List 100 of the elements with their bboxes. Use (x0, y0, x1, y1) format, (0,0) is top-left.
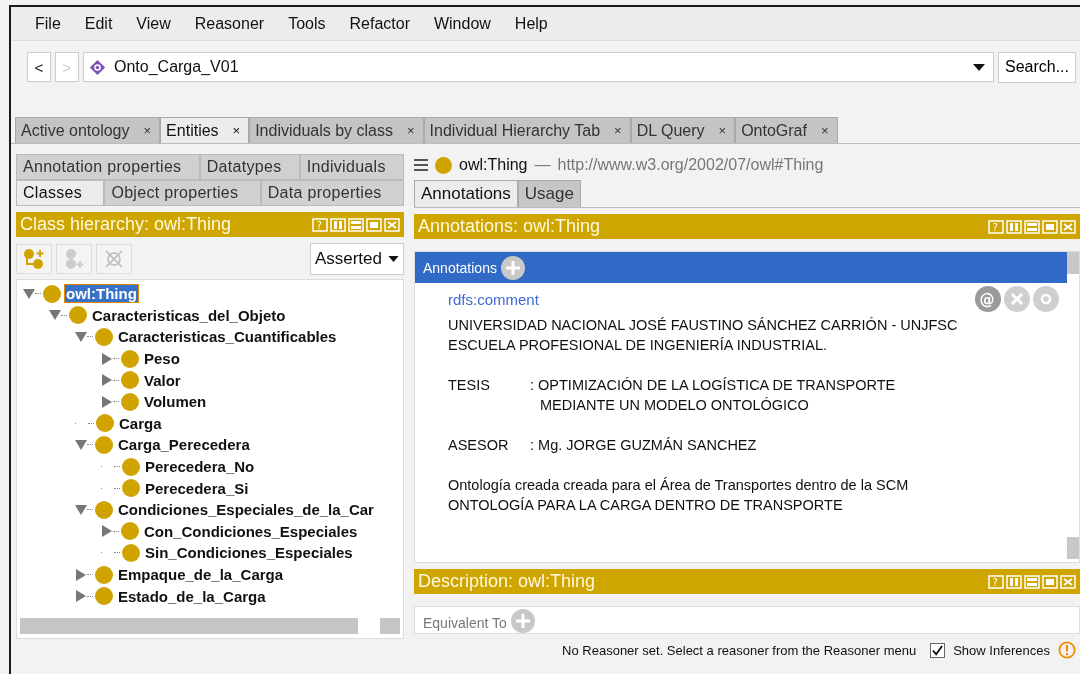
class-circle-icon (96, 414, 114, 433)
class-tree-item[interactable]: Caracteristicas_Cuantificables (117, 328, 338, 346)
ontology-selector[interactable]: Onto_Carga_V01 (83, 52, 994, 82)
menu-item[interactable]: Refactor (337, 14, 422, 33)
close-tab-button[interactable]: × (718, 123, 727, 138)
menu-icon[interactable] (414, 159, 428, 171)
class-tree-item[interactable]: Sin_Condiciones_Especiales (144, 544, 354, 562)
menu-item[interactable]: Tools (276, 14, 338, 33)
scrollbar-button[interactable] (380, 618, 400, 634)
reasoner-status: No Reasoner set. Select a reasoner from the Reasoner menu (562, 642, 917, 658)
entity-tab[interactable]: Annotation properties (16, 154, 200, 180)
entity-tab[interactable]: Individuals (299, 154, 404, 180)
entity-name: owl:Thing (459, 156, 528, 174)
tab-label: Entities (166, 121, 219, 140)
view-tab[interactable]: Annotations (414, 180, 518, 207)
workspace-tab[interactable]: Active ontology × (15, 117, 161, 143)
class-tree-item[interactable]: Condiciones_Especiales_de_la_Car (117, 501, 375, 519)
annotation-text: Ontología creada creada para el Área de Transportes dentro de la SCM ONTOLOGÍA PARA LA CARGA DENTRO DE TRANSPORTE (448, 476, 910, 515)
add-sibling-icon (63, 249, 85, 269)
annotation-property[interactable]: rdfs:comment (448, 290, 539, 308)
close-tab-button[interactable]: × (232, 123, 241, 138)
close-tab-button[interactable]: × (614, 123, 622, 138)
collapsed-triangle-icon[interactable] (101, 374, 113, 387)
class-tree-item[interactable]: Caracteristicas_del_Objeto (91, 306, 287, 324)
search-button[interactable]: Search... (997, 51, 1076, 83)
back-button[interactable]: < (27, 52, 51, 82)
collapsed-triangle-icon[interactable] (75, 590, 87, 603)
checkbox[interactable] (930, 642, 946, 658)
view-title: Description: owl:Thing (418, 571, 596, 592)
class-tree-item[interactable]: Carga_Perecedera (117, 436, 251, 454)
ontology-diamond-icon (89, 58, 106, 76)
expanded-triangle-icon[interactable] (75, 439, 87, 450)
delete-icon (103, 248, 125, 270)
menu-item[interactable]: Help (502, 14, 560, 33)
separator-dash: — (534, 156, 551, 174)
annotation-text: : Mg. JORGE GUZMÁN SANCHEZ (530, 436, 757, 455)
dropdown-caret-icon (388, 256, 399, 262)
menu-item[interactable]: File (23, 14, 73, 33)
class-tree-item[interactable]: Volumen (143, 393, 208, 411)
close-tab-button[interactable]: × (143, 123, 152, 138)
class-circle-icon (95, 435, 113, 454)
class-circle-icon (121, 522, 139, 541)
add-subclass-icon (23, 249, 45, 269)
expanded-triangle-icon[interactable] (75, 504, 87, 515)
close-tab-button[interactable]: × (820, 123, 829, 138)
tab-label: DL Query (636, 121, 705, 140)
annotation-text: UNIVERSIDAD NACIONAL JOSÉ FAUSTINO SÁNCHEZ CARRIÓN - UNJFSC ESCUELA PROFESIONAL DE INGENIERÍA INDUSTRIAL. (448, 316, 959, 355)
class-circle-icon (95, 328, 113, 346)
collapsed-triangle-icon[interactable] (101, 352, 113, 365)
expanded-triangle-icon[interactable] (75, 332, 87, 342)
class-circle-icon (95, 565, 113, 584)
collapsed-triangle-icon[interactable] (101, 525, 113, 538)
menu-item[interactable]: Reasoner (182, 14, 277, 33)
add-icon[interactable] (500, 255, 525, 280)
menu-item[interactable]: View (124, 14, 183, 33)
class-circle-icon (95, 500, 113, 519)
entity-tab[interactable]: Object properties (104, 180, 261, 206)
tab-label: OntoGraf (741, 121, 807, 140)
section-title: Annotations (423, 259, 497, 276)
collapsed-triangle-icon[interactable] (101, 395, 113, 408)
workspace-tab[interactable]: Entities × (160, 117, 250, 143)
scrollbar-thumb[interactable] (20, 618, 358, 634)
workspace-tab[interactable]: OntoGraf × (735, 117, 838, 143)
class-tree-item[interactable]: Estado_de_la_Carga (117, 587, 267, 605)
class-tree-item[interactable]: Perecedera_No (144, 458, 256, 476)
class-tree-item[interactable]: owl:Thing (65, 285, 138, 303)
scrollbar-button[interactable] (1067, 537, 1079, 559)
workspace-tab[interactable]: Individual Hierarchy Tab × (423, 117, 631, 143)
annotation-label: TESIS (448, 376, 491, 395)
menu-item[interactable]: Window (421, 14, 503, 33)
class-tree-item[interactable]: Valor (143, 371, 182, 389)
scrollbar-thumb[interactable] (1067, 252, 1079, 274)
class-tree-item[interactable]: Perecedera_Si (144, 479, 250, 497)
workspace-tab[interactable]: DL Query × (630, 117, 736, 143)
class-circle-icon (121, 349, 139, 368)
entity-tab[interactable]: Datatypes (199, 154, 300, 180)
collapsed-triangle-icon[interactable] (75, 568, 87, 581)
expanded-triangle-icon[interactable] (49, 310, 61, 321)
class-circle-icon (43, 284, 61, 303)
view-tab[interactable]: Usage (517, 180, 581, 207)
section-title: Equivalent To (423, 615, 507, 631)
annotation-text: : OPTIMIZACIÓN DE LA LOGÍSTICA DE TRANSPORTE MEDIANTE UN MODELO ONTOLÓGICO (530, 376, 896, 415)
hierarchy-mode-dropdown[interactable]: Asserted (309, 243, 404, 275)
checkbox-label: Show Inferences (953, 642, 1050, 658)
entity-tab[interactable]: Classes (16, 180, 105, 206)
class-tree-item[interactable]: Con_Condiciones_Especiales (143, 522, 359, 540)
class-circle-icon (95, 587, 113, 606)
expanded-triangle-icon[interactable] (23, 288, 35, 299)
view-title: Annotations: owl:Thing (418, 216, 601, 237)
workspace-tab[interactable]: Individuals by class × (249, 117, 424, 143)
class-tree-item[interactable]: Peso (143, 350, 181, 368)
tab-label: Individual Hierarchy Tab (429, 121, 601, 140)
close-tab-button[interactable]: × (407, 123, 415, 138)
class-circle-icon (121, 371, 139, 390)
menu-item[interactable]: Edit (72, 14, 125, 33)
dropdown-caret-icon (972, 63, 985, 71)
class-tree-item[interactable]: Empaque_de_la_Carga (117, 566, 285, 583)
class-tree-item[interactable]: Carga (118, 414, 163, 432)
class-circle-icon (435, 156, 452, 174)
entity-tab[interactable]: Data properties (260, 180, 404, 206)
